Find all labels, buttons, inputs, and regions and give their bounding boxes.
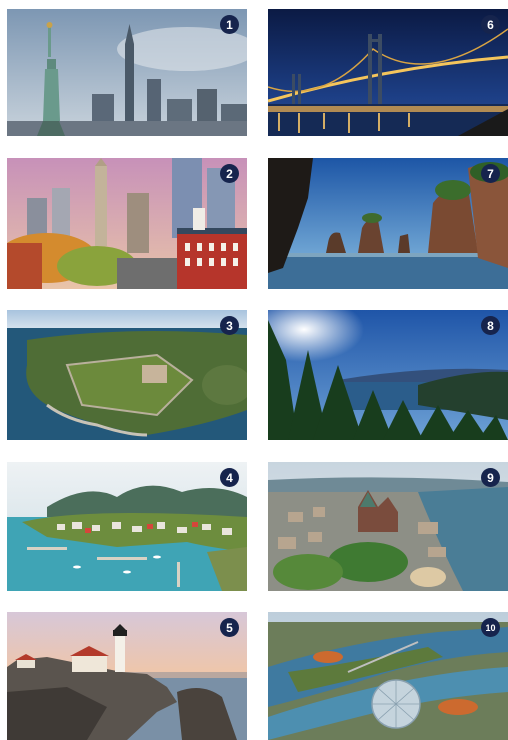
photo-6: 6 <box>268 9 508 136</box>
lighthouse-coast-image <box>7 612 247 740</box>
photo-number-badge: 3 <box>220 316 239 335</box>
photo-7: 7 <box>268 158 508 289</box>
photo-number-badge: 2 <box>220 164 239 183</box>
coastal-fort-aerial-image <box>7 310 247 440</box>
photo-number-badge: 6 <box>481 15 500 34</box>
photo-10: 10 <box>268 612 508 740</box>
photo-number-badge: 8 <box>481 316 500 335</box>
photo-4: 4 <box>7 462 247 591</box>
photo-8: 8 <box>268 310 508 440</box>
photo-number-badge: 10 <box>481 618 500 637</box>
suspension-bridge-night-image <box>268 9 508 136</box>
city-skyline-autumn-image <box>7 158 247 289</box>
photo-number-badge: 1 <box>220 15 239 34</box>
photo-9: 9 <box>268 462 508 591</box>
old-city-river-aerial-image <box>268 462 508 591</box>
statue-of-liberty-skyline-image <box>7 9 247 136</box>
photo-number-badge: 4 <box>220 468 239 487</box>
photo-3: 3 <box>7 310 247 440</box>
biosphere-dome-river-image <box>268 612 508 740</box>
photo-number-badge: 7 <box>481 164 500 183</box>
photo-number-badge: 9 <box>481 468 500 487</box>
forest-fjord-image <box>268 310 508 440</box>
sea-stack-rocks-image <box>268 158 508 289</box>
photo-number-badge: 5 <box>220 618 239 637</box>
harbor-town-mountains-image <box>7 462 247 591</box>
photo-5: 5 <box>7 612 247 740</box>
photo-2: 2 <box>7 158 247 289</box>
photo-1: 1 <box>7 9 247 136</box>
